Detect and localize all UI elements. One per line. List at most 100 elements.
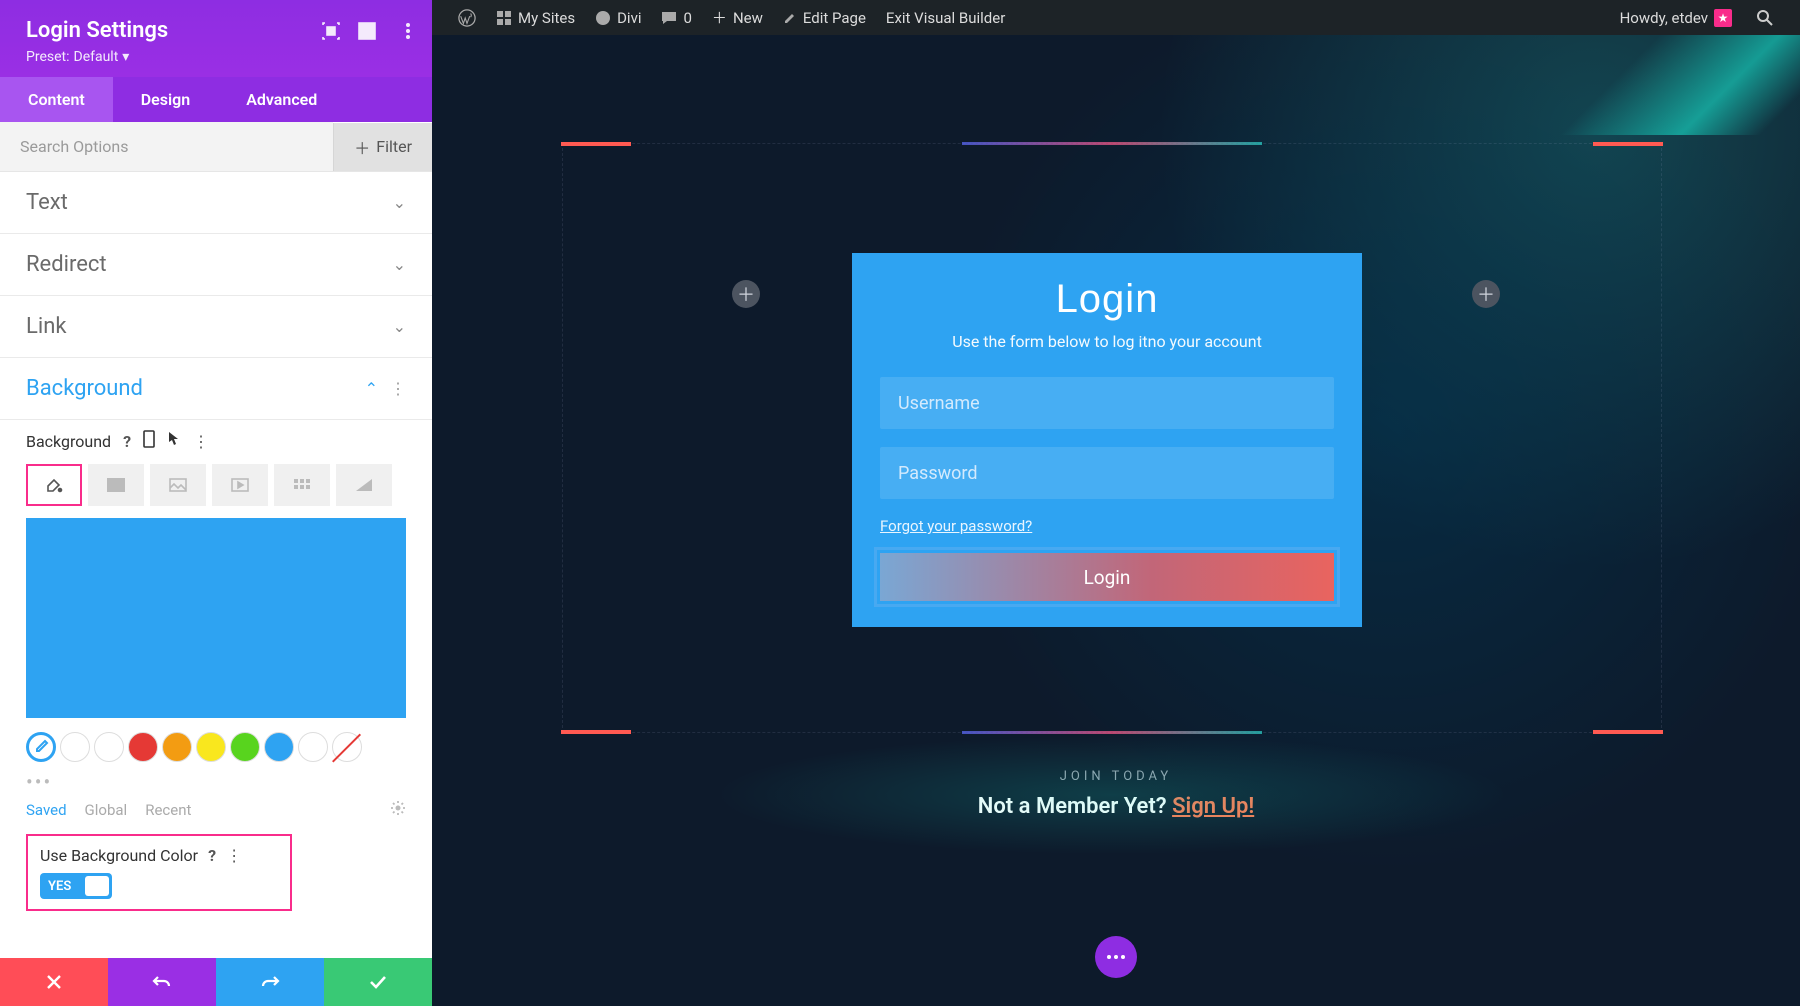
decorative-glow <box>712 735 1512 855</box>
palette-saved[interactable]: Saved <box>26 801 67 819</box>
kebab-icon[interactable]: ⋮ <box>390 379 406 398</box>
swatch[interactable] <box>60 732 90 762</box>
swatch[interactable] <box>196 732 226 762</box>
chevron-down-icon: ⌄ <box>393 317 406 336</box>
help-icon[interactable]: ? <box>208 846 216 865</box>
divi-label: Divi <box>617 9 641 27</box>
gear-icon[interactable] <box>390 800 406 820</box>
sites-icon <box>496 10 512 26</box>
help-icon[interactable]: ? <box>123 432 131 451</box>
comments-menu[interactable]: 0 <box>651 0 701 35</box>
section-background[interactable]: Background ⌃ ⋮ <box>0 358 432 420</box>
background-content: Background ? ⋮ ••• <box>0 420 432 931</box>
exit-visual-builder[interactable]: Exit Visual Builder <box>876 0 1015 35</box>
filter-button[interactable]: ＋Filter <box>333 123 432 171</box>
login-title: Login <box>880 277 1334 322</box>
color-preview[interactable] <box>26 518 406 718</box>
chevron-up-icon: ⌃ <box>365 379 378 398</box>
bg-tab-mask[interactable] <box>336 464 392 506</box>
mask-icon <box>355 478 373 492</box>
exit-vb-label: Exit Visual Builder <box>886 9 1005 27</box>
add-module-left[interactable]: ＋ <box>732 280 760 308</box>
wp-logo-menu[interactable] <box>448 0 486 35</box>
preset-selector[interactable]: Preset: Default ▾ <box>26 49 406 65</box>
chevron-down-icon: ⌄ <box>393 255 406 274</box>
background-label: Background <box>26 432 111 451</box>
background-type-tabs <box>26 464 406 506</box>
expand-icon[interactable] <box>322 22 340 40</box>
search-row: ＋Filter <box>0 122 432 172</box>
more-swatches[interactable]: ••• <box>26 770 406 794</box>
redo-icon <box>260 974 280 990</box>
new-label: New <box>733 9 763 27</box>
my-sites-menu[interactable]: My Sites <box>486 0 585 35</box>
bg-tab-image[interactable] <box>150 464 206 506</box>
panel-header: Login Settings Preset: Default ▾ <box>0 0 432 77</box>
panel-footer <box>0 958 432 1006</box>
add-module-right[interactable]: ＋ <box>1472 280 1500 308</box>
wordpress-icon <box>458 9 476 27</box>
tab-advanced[interactable]: Advanced <box>218 77 345 122</box>
kebab-menu-icon[interactable] <box>406 22 410 40</box>
section-redirect[interactable]: Redirect ⌄ <box>0 234 432 296</box>
swatch[interactable] <box>298 732 328 762</box>
responsive-icon[interactable] <box>143 430 155 452</box>
divi-menu[interactable]: Divi <box>585 0 651 35</box>
wp-admin-bar: My Sites Divi 0 ＋New Edit Page Exit Visu… <box>432 0 1800 35</box>
search-icon <box>1756 9 1774 27</box>
palette-recent[interactable]: Recent <box>145 801 191 819</box>
kebab-icon[interactable]: ⋮ <box>226 846 242 865</box>
howdy-label: Howdy, etdev <box>1620 9 1708 27</box>
tab-design[interactable]: Design <box>113 77 218 122</box>
section-text[interactable]: Text ⌄ <box>0 172 432 234</box>
tab-content[interactable]: Content <box>0 77 113 122</box>
builder-fab[interactable] <box>1095 936 1137 978</box>
comment-icon <box>661 10 677 26</box>
pencil-icon <box>783 11 797 25</box>
redo-button[interactable] <box>216 958 324 1006</box>
color-picker-dropper[interactable] <box>26 732 56 762</box>
comments-count: 0 <box>683 9 691 27</box>
gradient-icon <box>107 478 125 492</box>
section-link[interactable]: Link ⌄ <box>0 296 432 358</box>
use-bg-toggle[interactable]: YES <box>40 873 112 899</box>
swatch[interactable] <box>94 732 124 762</box>
kebab-icon[interactable]: ⋮ <box>193 432 209 451</box>
swatch[interactable] <box>128 732 158 762</box>
swatch-none[interactable] <box>332 732 362 762</box>
plus-icon: ＋ <box>354 135 370 159</box>
save-button[interactable] <box>324 958 432 1006</box>
bg-tab-video[interactable] <box>212 464 268 506</box>
undo-button[interactable] <box>108 958 216 1006</box>
username-input[interactable] <box>880 377 1334 429</box>
dock-icon[interactable] <box>358 22 376 40</box>
password-input[interactable] <box>880 447 1334 499</box>
image-icon <box>169 478 187 492</box>
howdy-menu[interactable]: Howdy, etdev★ <box>1610 0 1742 35</box>
palette-global[interactable]: Global <box>85 801 128 819</box>
bg-tab-pattern[interactable] <box>274 464 330 506</box>
use-bg-label: Use Background Color <box>40 846 198 865</box>
search-input[interactable] <box>0 122 333 171</box>
login-module[interactable]: Login Use the form below to log itno you… <box>852 253 1362 627</box>
bg-tab-color[interactable] <box>26 464 82 506</box>
undo-icon <box>152 974 172 990</box>
hover-icon[interactable] <box>167 431 181 451</box>
chevron-down-icon: ▾ <box>122 49 129 65</box>
swatch[interactable] <box>162 732 192 762</box>
bg-tab-gradient[interactable] <box>88 464 144 506</box>
forgot-password-link[interactable]: Forgot your password? <box>880 517 1032 535</box>
swatch[interactable] <box>264 732 294 762</box>
edit-page-link[interactable]: Edit Page <box>773 0 876 35</box>
swatch[interactable] <box>230 732 260 762</box>
edit-page-label: Edit Page <box>803 9 866 27</box>
login-button[interactable]: Login <box>880 553 1334 601</box>
admin-search[interactable] <box>1746 0 1784 35</box>
close-button[interactable] <box>0 958 108 1006</box>
dropper-icon <box>33 739 49 755</box>
new-menu[interactable]: ＋New <box>702 0 773 35</box>
panel-title: Login Settings <box>26 18 406 43</box>
use-background-color-option: Use Background Color ? ⋮ YES <box>26 834 292 911</box>
decorative-shape <box>1500 35 1800 135</box>
login-subtitle: Use the form below to log itno your acco… <box>880 332 1334 351</box>
